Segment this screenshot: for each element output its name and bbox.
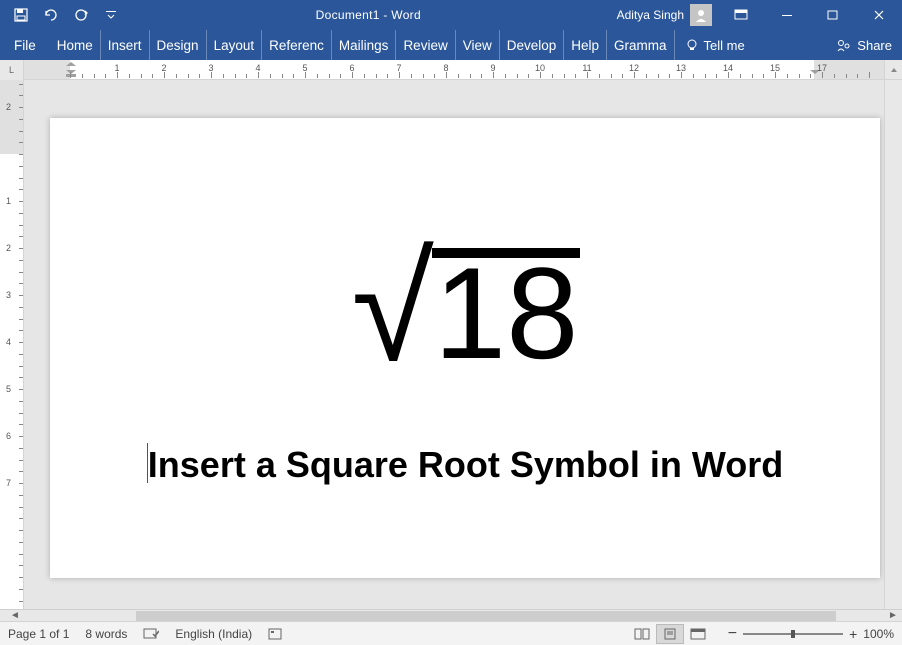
workspace: 211234567 √ 18 Insert a Square Root Symb… [0,80,902,609]
document-title: Document1 - Word [126,8,611,22]
equation-sqrt[interactable]: √ 18 [120,248,810,388]
tab-mailings[interactable]: Mailings [332,30,397,60]
tab-view[interactable]: View [456,30,500,60]
read-mode-icon [634,628,650,640]
indent-marker-left[interactable] [66,62,76,78]
scroll-left-button[interactable]: ◄ [6,610,24,622]
tab-home[interactable]: Home [50,30,101,60]
tell-me-search[interactable]: Tell me [675,38,755,53]
horizontal-scrollbar[interactable]: ◄ ► [0,609,902,621]
vertical-ruler[interactable]: 211234567 [0,80,24,609]
title-bar: Document1 - Word Aditya Singh [0,0,902,30]
minimize-icon [781,9,793,21]
tab-developer[interactable]: Develop [500,30,565,60]
tab-file[interactable]: File [0,30,50,60]
tab-insert[interactable]: Insert [101,30,150,60]
customize-qat-button[interactable] [96,0,126,30]
word-count[interactable]: 8 words [85,627,127,641]
horizontal-ruler-area: L 12345678910111213141517 [0,60,902,80]
ribbon-tabs: File Home Insert Design Layout Referenc … [0,30,902,60]
share-button[interactable]: Share [836,38,892,53]
proofing-icon [143,627,159,641]
tab-help[interactable]: Help [564,30,607,60]
triangle-up-icon [890,66,898,74]
print-layout-icon [663,628,677,640]
zoom-percent[interactable]: 100% [863,627,894,641]
document-area[interactable]: √ 18 Insert a Square Root Symbol in Word [24,80,884,609]
scrollbar-thumb[interactable] [136,611,836,621]
undo-button[interactable] [36,0,66,30]
web-layout-button[interactable] [684,624,712,644]
save-icon [14,8,28,22]
radical-symbol: √ [352,248,434,368]
zoom-in-button[interactable]: + [849,626,857,642]
read-mode-button[interactable] [628,624,656,644]
zoom-out-button[interactable]: − [728,625,737,643]
macro-icon [268,628,282,640]
macro-button[interactable] [268,628,282,640]
horizontal-ruler[interactable]: 12345678910111213141517 [24,60,884,79]
user-account[interactable]: Aditya Singh [611,4,718,26]
scroll-right-button[interactable]: ► [884,610,902,622]
close-icon [873,9,885,21]
window-controls [718,0,902,30]
save-button[interactable] [6,0,36,30]
ribbon-display-icon [734,9,748,21]
tab-references[interactable]: Referenc [262,30,332,60]
user-name: Aditya Singh [617,8,684,22]
tell-me-label: Tell me [704,38,745,53]
tab-review[interactable]: Review [396,30,455,60]
ribbon-display-button[interactable] [718,0,764,30]
view-mode-buttons [628,624,712,644]
tab-grammarly[interactable]: Gramma [607,30,675,60]
redo-button[interactable] [66,0,96,30]
status-bar: Page 1 of 1 8 words English (India) − + … [0,621,902,645]
avatar [690,4,712,26]
tab-layout[interactable]: Layout [207,30,263,60]
language-button[interactable]: English (India) [175,627,252,641]
zoom-controls: − + 100% [728,625,894,643]
tab-selector[interactable]: L [0,60,24,80]
maximize-icon [827,9,839,21]
redo-icon [74,8,88,22]
maximize-button[interactable] [810,0,856,30]
undo-icon [43,8,59,22]
share-label: Share [857,38,892,53]
page-number[interactable]: Page 1 of 1 [8,627,69,641]
vinculum [432,248,581,258]
close-button[interactable] [856,0,902,30]
vertical-scrollbar[interactable] [884,80,902,609]
scrollbar-track[interactable] [48,610,866,622]
quick-access-toolbar [0,0,126,30]
scroll-up-button[interactable] [884,60,902,79]
share-icon [836,38,852,52]
caption-text[interactable]: Insert a Square Root Symbol in Word [120,443,810,486]
page[interactable]: √ 18 Insert a Square Root Symbol in Word [50,118,880,578]
lightbulb-icon [685,38,699,52]
radicand: 18 [434,236,579,386]
tab-design[interactable]: Design [150,30,207,60]
zoom-slider-thumb[interactable] [791,630,795,638]
print-layout-button[interactable] [656,624,684,644]
spell-check-button[interactable] [143,627,159,641]
zoom-slider[interactable] [743,633,843,635]
overflow-icon [106,10,116,20]
minimize-button[interactable] [764,0,810,30]
web-layout-icon [690,628,706,640]
person-icon [694,8,708,22]
